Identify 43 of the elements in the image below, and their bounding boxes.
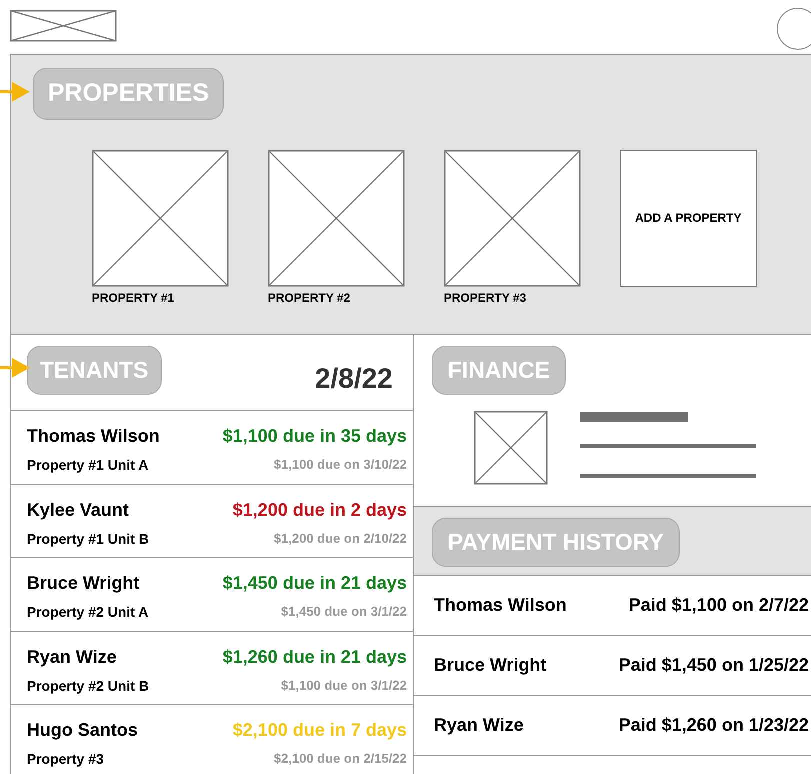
section-title: FINANCE bbox=[432, 346, 566, 394]
property-label: PROPERTY #2 bbox=[268, 290, 352, 306]
property-label: PROPERTY #1 bbox=[92, 290, 176, 306]
due-date: $1,450 due on 3/1/22 bbox=[281, 603, 407, 621]
tenant-row[interactable]: Hugo Santos Property #3 $2,100 due in 7 days $2,100 due on 2/15/22 bbox=[11, 705, 413, 774]
property-label: PROPERTY #3 bbox=[444, 290, 528, 306]
payment-detail: Paid $1,260 on 1/23/22 bbox=[618, 714, 809, 737]
tenant-unit: Property #1 Unit A bbox=[27, 456, 150, 475]
payer-name: Bruce Wright bbox=[434, 654, 547, 677]
tenant-unit: Property #3 bbox=[27, 750, 106, 769]
tenant-row[interactable]: Kylee Vaunt Property #1 Unit B $1,200 due in 2 days $1,200 due on 2/10/22 bbox=[11, 484, 413, 558]
due-amount: $1,200 due in 2 days bbox=[232, 498, 407, 520]
tenant-name: Bruce Wright bbox=[27, 572, 141, 594]
add-property-button[interactable]: ADD A PROPERTY bbox=[620, 150, 757, 286]
tenant-row[interactable]: Ryan Wize Property #2 Unit B $1,260 due in 21 days $1,100 due on 3/1/22 bbox=[11, 632, 413, 705]
tenant-row[interactable]: Thomas Wilson Property #1 Unit A $1,100 due in 35 days $1,100 due on 3/10/22 bbox=[11, 411, 413, 484]
due-date: $1,100 due on 3/10/22 bbox=[274, 456, 407, 474]
arrow-icon bbox=[0, 356, 30, 380]
payer-name: Ryan Wize bbox=[434, 714, 524, 737]
tenant-name: Kylee Vaunt bbox=[27, 498, 130, 520]
section-title: TENANTS bbox=[27, 346, 162, 394]
tenant-unit: Property #2 Unit A bbox=[27, 603, 149, 622]
arrow-icon bbox=[0, 80, 30, 104]
section-title: PROPERTIES bbox=[33, 68, 224, 120]
due-date: $1,100 due on 3/1/22 bbox=[281, 676, 407, 694]
payer-name: Thomas Wilson bbox=[434, 594, 567, 617]
tenant-name: Hugo Santos bbox=[27, 719, 138, 741]
current-date: 2/8/22 bbox=[315, 362, 393, 396]
due-amount: $1,260 due in 21 days bbox=[222, 646, 407, 668]
payment-detail: Paid $1,450 on 1/25/22 bbox=[618, 654, 809, 677]
tenant-name: Ryan Wize bbox=[27, 646, 118, 668]
tenant-unit: Property #1 Unit B bbox=[27, 530, 150, 549]
tenant-name: Thomas Wilson bbox=[27, 425, 160, 447]
due-amount: $1,100 due in 35 days bbox=[222, 425, 407, 447]
due-amount: $2,100 due in 7 days bbox=[232, 719, 407, 741]
tenant-unit: Property #2 Unit B bbox=[27, 676, 150, 696]
payment-detail: Paid $1,100 on 2/7/22 bbox=[628, 594, 809, 617]
avatar-icon[interactable] bbox=[777, 8, 811, 50]
due-date: $2,100 due on 2/15/22 bbox=[274, 750, 407, 768]
due-amount: $1,450 due in 21 days bbox=[222, 572, 407, 594]
tenant-row[interactable]: Bruce Wright Property #2 Unit A $1,450 due in 21 days $1,450 due on 3/1/22 bbox=[11, 558, 413, 632]
section-title: PAYMENT HISTORY bbox=[432, 518, 680, 566]
due-date: $1,200 due on 2/10/22 bbox=[274, 530, 407, 548]
